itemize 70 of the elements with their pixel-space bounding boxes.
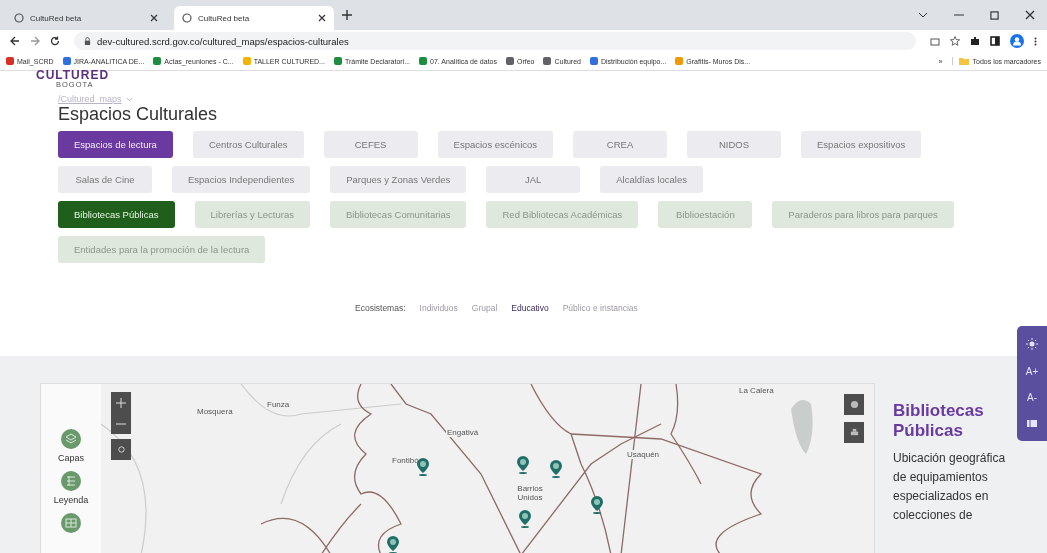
minus-icon	[116, 422, 126, 425]
location-pin-icon[interactable]	[590, 496, 604, 514]
folder-icon	[958, 57, 969, 65]
category-button[interactable]: Parques y Zonas Verdes	[330, 166, 467, 193]
browser-tab[interactable]: CultuRed beta	[174, 6, 334, 30]
map[interactable]: Capas Leyenda Mosquera Funza Engativá Fontibó Barrios Unidos Usaquén La Calera	[40, 383, 875, 553]
reload-icon[interactable]	[50, 36, 60, 46]
font-size-button[interactable]: A+	[1025, 365, 1039, 377]
ecosystem-option[interactable]: Público e instancias	[562, 303, 638, 313]
sun-icon[interactable]	[1026, 337, 1038, 350]
new-tab-icon[interactable]	[342, 10, 352, 20]
grid-icon[interactable]	[61, 513, 81, 533]
maximize-icon[interactable]	[990, 10, 999, 20]
locate-button[interactable]	[111, 439, 131, 460]
printer-icon	[849, 428, 859, 437]
star-icon[interactable]	[950, 36, 960, 46]
category-button[interactable]: JAL	[486, 166, 581, 193]
ecosystem-option[interactable]: Individuos	[419, 303, 458, 313]
target-icon	[116, 445, 126, 454]
close-icon[interactable]	[318, 14, 326, 22]
zoom-in-button[interactable]	[111, 392, 131, 413]
logo-text[interactable]: CULTURED	[36, 70, 110, 81]
close-icon[interactable]	[150, 14, 158, 22]
basemap-button[interactable]	[844, 394, 864, 415]
back-arrow-icon[interactable]	[10, 36, 20, 46]
more-icon[interactable]	[1034, 35, 1037, 47]
place-label: La Calera	[738, 386, 775, 395]
print-button[interactable]	[844, 422, 864, 443]
font-size-button[interactable]: A-	[1027, 392, 1037, 404]
lock-icon	[84, 36, 91, 46]
browser-tab[interactable]: CultuRed beta	[6, 6, 166, 30]
category-button[interactable]: Espacios Independientes	[172, 166, 311, 193]
address-bar[interactable]: dev-cultured.scrd.gov.co/cultured_maps/espacios-culturales	[74, 32, 916, 50]
category-button[interactable]: Centros Culturales	[192, 131, 304, 158]
tool-label[interactable]: Leyenda	[53, 495, 89, 505]
category-button[interactable]: CREA	[573, 131, 668, 158]
ecosystems-label: Ecosistemas:	[355, 303, 406, 313]
sidebar-icon[interactable]	[990, 36, 1000, 46]
list-icon[interactable]	[61, 471, 81, 491]
location-pin-icon[interactable]	[386, 536, 400, 553]
info-description: Ubicación geográfica de equipamientos especializados en colecciones de	[893, 450, 1007, 524]
category-button[interactable]: Alcaldías locales	[600, 166, 703, 193]
tool-label[interactable]: Capas	[58, 453, 84, 463]
info-title: Bibliotecas Públicas	[893, 401, 985, 441]
page-title: Espacios Culturales	[58, 104, 219, 125]
place-label: Engativá	[446, 428, 480, 437]
ecosystem-option[interactable]: Educativo	[511, 303, 549, 313]
location-pin-icon[interactable]	[518, 510, 532, 528]
place-label: Usaquén	[626, 450, 661, 459]
category-button[interactable]: NIDOS	[687, 131, 782, 158]
category-button[interactable]: Salas de Cine	[58, 166, 152, 193]
plus-icon	[116, 397, 126, 408]
category-button[interactable]: CEFES	[323, 131, 418, 158]
place-label: Funza	[266, 400, 291, 409]
chevron-down-icon[interactable]	[918, 12, 928, 18]
ecosystem-option[interactable]: Grupal	[471, 303, 498, 313]
place-label: Fontibó	[391, 456, 420, 465]
place-label: Mosquera	[196, 407, 234, 416]
forward-arrow-icon[interactable]	[30, 36, 40, 46]
layers-icon[interactable]	[61, 429, 81, 449]
category-button[interactable]: Espacios de lectura	[58, 131, 173, 158]
zoom-out-button[interactable]	[111, 413, 131, 434]
url-text: dev-cultured.scrd.gov.co/cultured_maps/espacios-culturales	[97, 35, 349, 47]
category-button[interactable]: Espacios expositivos	[801, 131, 922, 158]
close-icon[interactable]	[1025, 10, 1035, 20]
location-pin-icon[interactable]	[549, 460, 563, 478]
avatar-icon[interactable]	[1010, 34, 1024, 48]
category-button[interactable]: Espacios escénicos	[437, 131, 554, 158]
location-pin-icon[interactable]	[516, 456, 530, 474]
subcategory-button[interactable]: Bibliotecas Públicas	[58, 201, 175, 228]
